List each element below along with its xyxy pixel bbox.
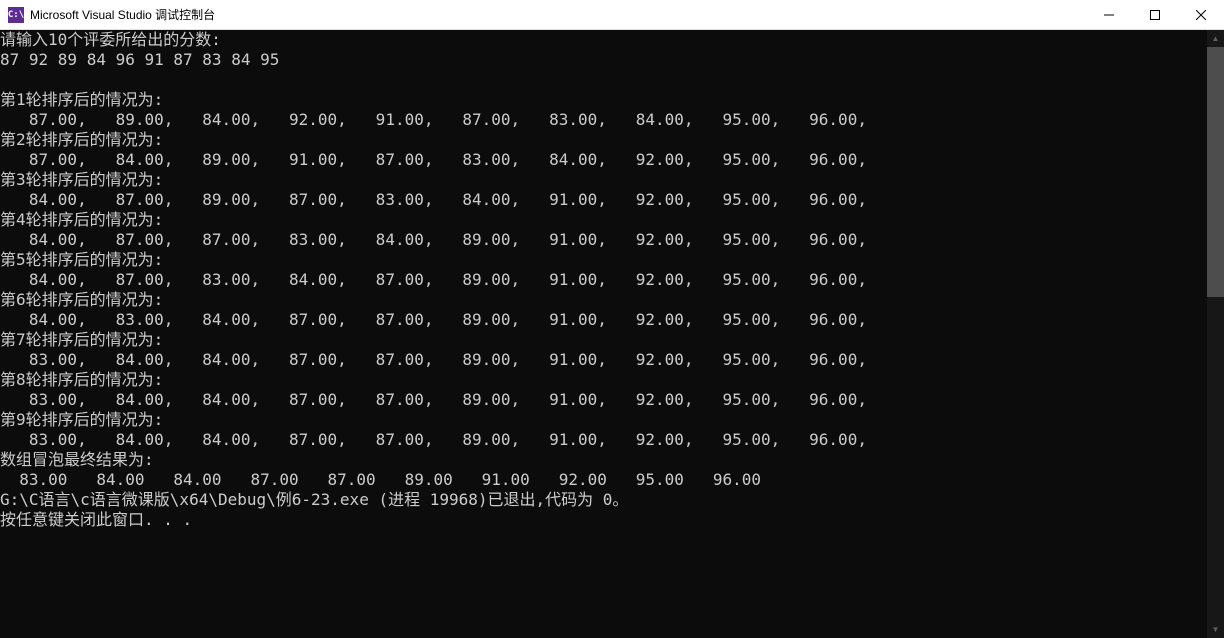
app-icon: C:\	[8, 7, 24, 23]
maximize-button[interactable]	[1132, 0, 1178, 29]
minimize-icon	[1104, 10, 1114, 20]
vertical-scrollbar[interactable]: ▲ ▼	[1207, 30, 1224, 638]
scrollbar-thumb[interactable]	[1207, 47, 1224, 297]
window-title: Microsoft Visual Studio 调试控制台	[30, 6, 1086, 23]
minimize-button[interactable]	[1086, 0, 1132, 29]
titlebar: C:\ Microsoft Visual Studio 调试控制台	[0, 0, 1224, 30]
console-output[interactable]: 请输入10个评委所给出的分数: 87 92 89 84 96 91 87 83 …	[0, 30, 1207, 638]
window-controls	[1086, 0, 1224, 29]
console-area: 请输入10个评委所给出的分数: 87 92 89 84 96 91 87 83 …	[0, 30, 1224, 638]
scroll-down-arrow-icon[interactable]: ▼	[1207, 621, 1224, 638]
close-icon	[1196, 10, 1206, 20]
scroll-up-arrow-icon[interactable]: ▲	[1207, 30, 1224, 47]
close-button[interactable]	[1178, 0, 1224, 29]
maximize-icon	[1150, 10, 1160, 20]
